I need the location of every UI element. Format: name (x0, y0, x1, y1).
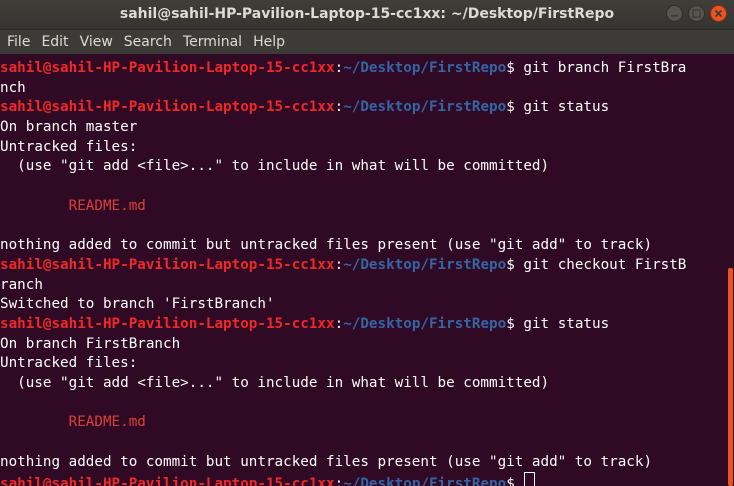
prompt-path: ~/Desktop/FirstRepo (343, 60, 507, 76)
prompt-colon: : (334, 256, 344, 273)
title-bar[interactable]: sahil@sahil-HP-Pavilion-Laptop-15-cc1xx:… (0, 0, 734, 30)
terminal-line: (use "git add <file>..." to include in w… (0, 158, 550, 175)
prompt-user: sahil@sahil-HP-Pavilion-Laptop-15-cc1xx (0, 60, 335, 76)
prompt-symbol: $ (506, 256, 524, 273)
maximize-button[interactable] (688, 5, 705, 22)
maximize-icon (692, 9, 701, 18)
prompt-symbol: $ (506, 60, 524, 76)
menu-view[interactable]: View (76, 31, 117, 53)
close-icon (714, 9, 723, 18)
command-text: git status (523, 99, 610, 116)
prompt-user: sahil@sahil-HP-Pavilion-Laptop-15-cc1xx (0, 476, 335, 486)
terminal-line-prompt: sahil@sahil-HP-Pavilion-Laptop-15-cc1xx:… (0, 98, 726, 118)
menu-edit[interactable]: Edit (37, 31, 72, 53)
terminal-window: sahil@sahil-HP-Pavilion-Laptop-15-cc1xx:… (0, 0, 734, 486)
terminal-line: README.md (0, 413, 726, 433)
prompt-user: sahil@sahil-HP-Pavilion-Laptop-15-cc1xx (0, 99, 335, 116)
menu-file[interactable]: File (3, 31, 34, 53)
prompt-colon: : (334, 60, 344, 76)
terminal-line: Untracked files: (0, 355, 138, 372)
prompt-symbol: $ (506, 315, 524, 332)
menu-bar: File Edit View Search Terminal Help (0, 30, 734, 54)
terminal-line-prompt: sahil@sahil-HP-Pavilion-Laptop-15-cc1xx:… (0, 472, 726, 486)
terminal-line: Switched to branch 'FirstBranch' (0, 296, 275, 313)
prompt-symbol: $ (506, 99, 524, 116)
scrollbar[interactable] (728, 268, 733, 486)
command-text: git checkout FirstB (523, 256, 687, 273)
terminal-line: nothing added to commit but untracked fi… (0, 237, 653, 254)
prompt-user: sahil@sahil-HP-Pavilion-Laptop-15-cc1xx (0, 315, 335, 332)
terminal-line: nothing added to commit but untracked fi… (0, 453, 653, 470)
command-text: git branch FirstBra (523, 60, 687, 76)
prompt-path: ~/Desktop/FirstRepo (343, 315, 507, 332)
menu-help[interactable]: Help (249, 31, 289, 53)
terminal-line: ranch (0, 276, 43, 293)
menu-terminal[interactable]: Terminal (179, 31, 246, 53)
prompt-colon: : (334, 99, 344, 116)
prompt-colon: : (334, 476, 344, 486)
close-button[interactable] (710, 5, 727, 22)
prompt-path: ~/Desktop/FirstRepo (343, 476, 507, 486)
text-cursor (524, 472, 536, 486)
terminal-line: nch (0, 79, 26, 96)
minimize-icon (671, 15, 678, 17)
terminal-line-prompt: sahil@sahil-HP-Pavilion-Laptop-15-cc1xx:… (0, 256, 726, 276)
prompt-colon: : (334, 315, 344, 332)
minimize-button[interactable] (666, 5, 683, 22)
terminal-line: On branch master (0, 119, 138, 136)
terminal-line-prompt: sahil@sahil-HP-Pavilion-Laptop-15-cc1xx:… (0, 315, 726, 335)
terminal-line-prompt: sahil@sahil-HP-Pavilion-Laptop-15-cc1xx:… (0, 59, 726, 79)
terminal-output[interactable]: sahil@sahil-HP-Pavilion-Laptop-15-cc1xx:… (0, 59, 726, 486)
untracked-file: README.md (68, 414, 146, 431)
untracked-file: README.md (68, 197, 146, 214)
terminal-line: (use "git add <file>..." to include in w… (0, 375, 550, 391)
prompt-path: ~/Desktop/FirstRepo (343, 256, 507, 273)
terminal-line: On branch FirstBranch (0, 335, 181, 352)
prompt-symbol: $ (506, 476, 524, 486)
window-title: sahil@sahil-HP-Pavilion-Laptop-15-cc1xx:… (119, 6, 615, 22)
menu-search[interactable]: Search (120, 31, 176, 53)
terminal-line: Untracked files: (0, 138, 138, 155)
prompt-user: sahil@sahil-HP-Pavilion-Laptop-15-cc1xx (0, 256, 335, 273)
command-text: git status (523, 315, 610, 332)
prompt-path: ~/Desktop/FirstRepo (343, 99, 507, 116)
terminal-line: README.md (0, 197, 726, 217)
